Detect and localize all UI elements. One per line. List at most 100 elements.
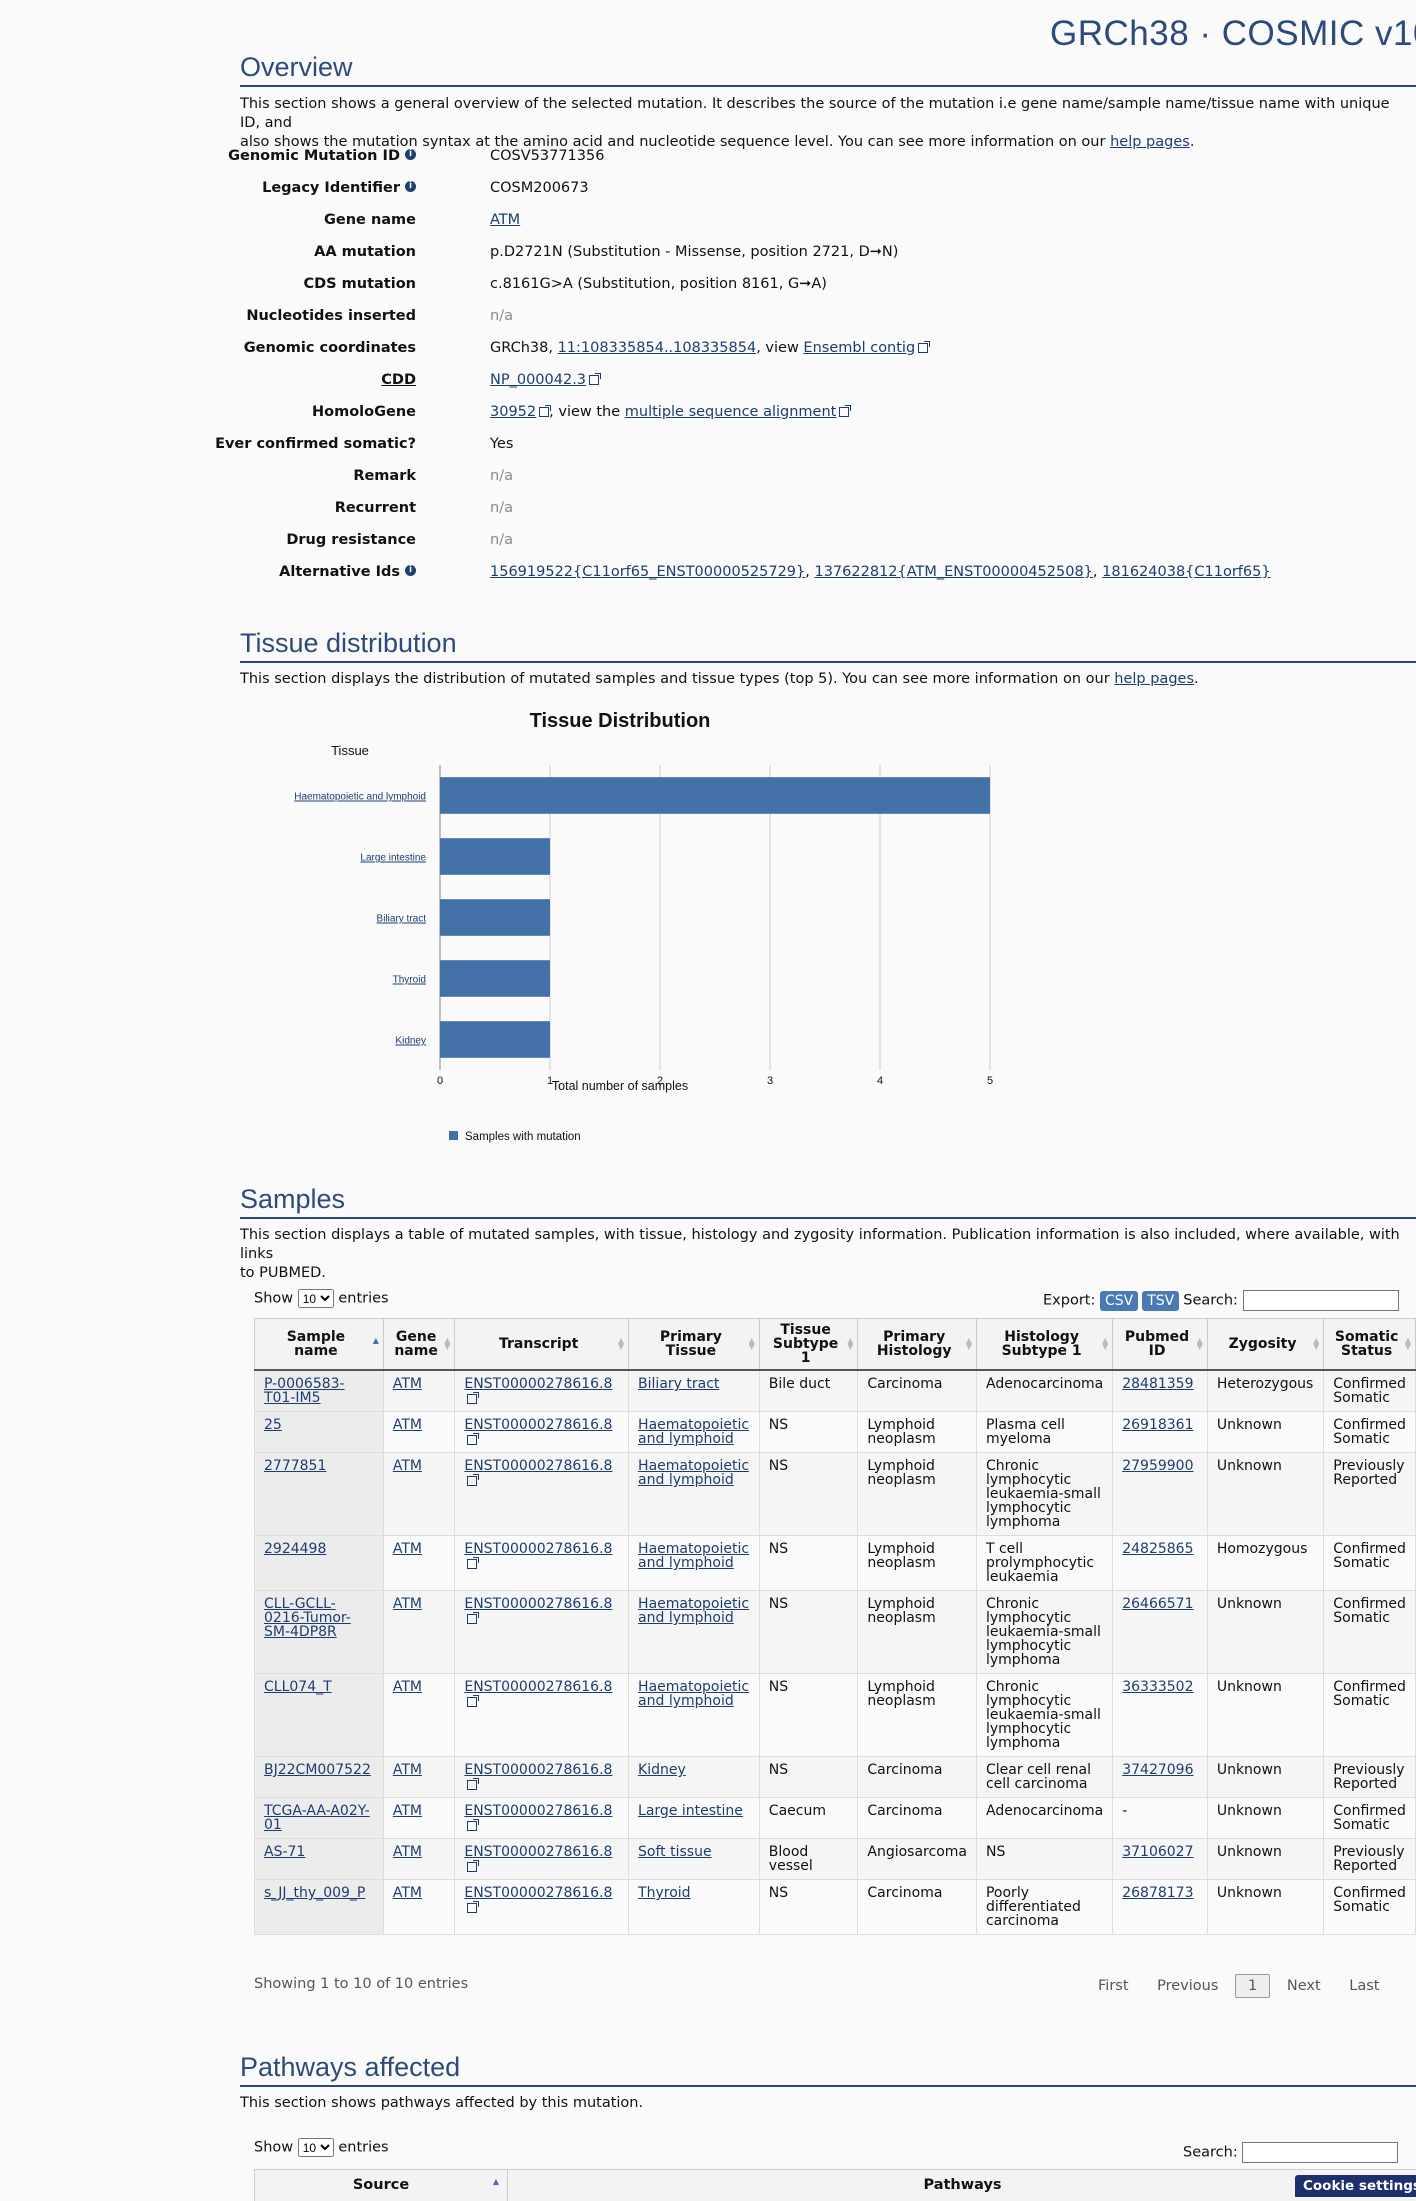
sample-link[interactable]: CLL-GCLL-0216-Tumor-SM-4DP8R [264, 1596, 351, 1640]
pubmed-link[interactable]: 26918361 [1122, 1417, 1193, 1433]
tissue-link[interactable]: Kidney [638, 1762, 686, 1778]
gene-link[interactable]: ATM [393, 1844, 422, 1860]
chart-bar [440, 960, 550, 997]
transcript-link[interactable]: ENST00000278616.8 [464, 1417, 612, 1433]
sort-icon: ▲ ▼ [1404, 1336, 1411, 1351]
gene-link[interactable]: ATM [490, 212, 520, 228]
tissue-link[interactable]: Large intestine [638, 1803, 743, 1819]
gene-link[interactable]: ATM [393, 1458, 422, 1474]
pubmed-link[interactable]: 28481359 [1122, 1376, 1193, 1392]
pager-next-button[interactable]: Next [1275, 1974, 1333, 1998]
pathways-search-input[interactable] [1242, 2142, 1399, 2163]
chart-category-link[interactable]: Large intestine [360, 853, 426, 864]
samples-col-header[interactable]: Histology Subtype 1 ▲ ▼ [975, 1318, 1114, 1371]
samples-col-header[interactable]: Primary Histology ▲ ▼ [857, 1318, 977, 1371]
tissue-link[interactable]: Haematopoietic and lymphoid [638, 1541, 749, 1571]
chart-category-link[interactable]: Thyroid [393, 975, 426, 986]
table-row: CLL-GCLL-0216-Tumor-SM-4DP8R ATM ENST00000… [254, 1590, 1416, 1674]
gene-link[interactable]: ATM [393, 1376, 422, 1392]
tissue-link[interactable]: Haematopoietic and lymphoid [638, 1679, 749, 1709]
pager-first-button[interactable]: First [1086, 1974, 1141, 1998]
sample-link[interactable]: CLL074_T [264, 1679, 332, 1695]
gene-link[interactable]: ATM [393, 1885, 422, 1901]
table-cell: Soft tissue [628, 1838, 760, 1880]
pubmed-link[interactable]: 37427096 [1122, 1762, 1193, 1778]
sample-link[interactable]: AS-71 [264, 1844, 305, 1860]
sample-link[interactable]: 2924498 [264, 1541, 326, 1557]
pathways-col-pathways[interactable]: Pathways [508, 2170, 1416, 2201]
pathways-page-length-select[interactable]: 10 [297, 2138, 334, 2157]
cdd-link[interactable]: NP_000042.3 [490, 372, 586, 388]
sample-link[interactable]: BJ22CM007522 [264, 1762, 371, 1778]
export-csv-button[interactable]: CSV [1099, 1290, 1139, 1311]
pubmed-link[interactable]: 27959900 [1122, 1458, 1193, 1474]
transcript-link[interactable]: ENST00000278616.8 [464, 1541, 612, 1557]
gene-link[interactable]: ATM [393, 1596, 422, 1612]
transcript-link[interactable]: ENST00000278616.8 [464, 1376, 612, 1392]
gene-link[interactable]: ATM [393, 1417, 422, 1433]
gene-link[interactable]: ATM [393, 1679, 422, 1695]
sample-link[interactable]: 2777851 [264, 1458, 326, 1474]
transcript-link[interactable]: ENST00000278616.8 [464, 1885, 612, 1901]
tissue-link[interactable]: Biliary tract [638, 1376, 719, 1392]
info-icon[interactable]: i [405, 565, 416, 576]
samples-col-header[interactable]: Gene name ▲ ▼ [382, 1318, 456, 1371]
chart-category-link[interactable]: Kidney [395, 1036, 426, 1047]
transcript-link[interactable]: ENST00000278616.8 [464, 1803, 612, 1819]
gene-link[interactable]: ATM [393, 1803, 422, 1819]
pubmed-link[interactable]: 24825865 [1122, 1541, 1193, 1557]
pager-page-1-button[interactable]: 1 [1235, 1974, 1271, 1998]
msa-link[interactable]: multiple sequence alignment [625, 404, 837, 420]
samples-col-header[interactable]: Primary Tissue ▲ ▼ [628, 1318, 760, 1371]
tissue-link[interactable]: Haematopoietic and lymphoid [638, 1417, 749, 1447]
tissue-link[interactable]: Thyroid [638, 1885, 691, 1901]
pager-last-button[interactable]: Last [1337, 1974, 1391, 1998]
pubmed-link[interactable]: 26466571 [1122, 1596, 1193, 1612]
samples-col-header[interactable]: Pubmed ID ▲ ▼ [1112, 1318, 1208, 1371]
chart-category-link[interactable]: Biliary tract [377, 914, 427, 925]
gene-link[interactable]: ATM [393, 1762, 422, 1778]
tissue-link[interactable]: Haematopoietic and lymphoid [638, 1458, 749, 1488]
alt-id-link[interactable]: 137622812{ATM_ENST00000452508} [814, 564, 1092, 580]
table-cell: Carcinoma [857, 1370, 977, 1412]
transcript-link[interactable]: ENST00000278616.8 [464, 1844, 612, 1860]
transcript-link[interactable]: ENST00000278616.8 [464, 1762, 612, 1778]
sample-link[interactable]: P-0006583-T01-IM5 [264, 1376, 345, 1406]
sample-link[interactable]: 25 [264, 1417, 282, 1433]
transcript-link[interactable]: ENST00000278616.8 [464, 1458, 612, 1474]
table-cell: 26918361 [1112, 1411, 1208, 1453]
samples-page-length-select[interactable]: 10 [297, 1289, 334, 1308]
tissue-link[interactable]: Soft tissue [638, 1844, 712, 1860]
sample-link[interactable]: TCGA-AA-A02Y-01 [264, 1803, 370, 1833]
cookie-settings-button[interactable]: Cookie settings [1295, 2175, 1416, 2197]
homologene-link[interactable]: 30952 [490, 404, 536, 420]
table-cell: NS [758, 1756, 859, 1798]
transcript-link[interactable]: ENST00000278616.8 [464, 1679, 612, 1695]
chart-category-link[interactable]: Haematopoietic and lymphoid [294, 792, 426, 803]
samples-col-header[interactable]: Zygosity ▲ ▼ [1206, 1318, 1325, 1371]
help-pages-link[interactable]: help pages [1114, 671, 1194, 687]
info-icon[interactable]: i [405, 149, 416, 160]
samples-col-header[interactable]: Somatic Status ▲ ▼ [1323, 1318, 1416, 1371]
sample-link[interactable]: s_JJ_thy_009_P [264, 1885, 365, 1901]
samples-search-input[interactable] [1242, 1290, 1399, 1311]
samples-col-header[interactable]: Transcript ▲ ▼ [454, 1318, 630, 1371]
transcript-link[interactable]: ENST00000278616.8 [464, 1596, 612, 1612]
samples-col-header[interactable]: Tissue Subtype 1 ▲ ▼ [758, 1318, 859, 1371]
field-cds-mutation: CDS mutation c.8161G>A (Substitution, po… [303, 276, 827, 292]
pathways-col-source[interactable]: Source ▲ [255, 2170, 508, 2201]
tissue-link[interactable]: Haematopoietic and lymphoid [638, 1596, 749, 1626]
pager-previous-button[interactable]: Previous [1145, 1974, 1230, 1998]
export-tsv-button[interactable]: TSV [1142, 1290, 1180, 1311]
alt-id-link[interactable]: 156919522{C11orf65_ENST00000525729} [490, 564, 805, 580]
gene-link[interactable]: ATM [393, 1541, 422, 1557]
info-icon[interactable]: i [405, 181, 416, 192]
chart-y-axis-label: Tissue [331, 743, 369, 758]
alt-id-link[interactable]: 181624038{C11orf65} [1102, 564, 1270, 580]
pubmed-link[interactable]: 36333502 [1122, 1679, 1193, 1695]
coordinates-link[interactable]: 11:108335854..108335854 [558, 340, 757, 356]
pubmed-link[interactable]: 37106027 [1122, 1844, 1193, 1860]
ensembl-contig-link[interactable]: Ensembl contig [803, 340, 915, 356]
samples-col-header[interactable]: Sample name ▲ [254, 1318, 384, 1371]
pubmed-link[interactable]: 26878173 [1122, 1885, 1193, 1901]
